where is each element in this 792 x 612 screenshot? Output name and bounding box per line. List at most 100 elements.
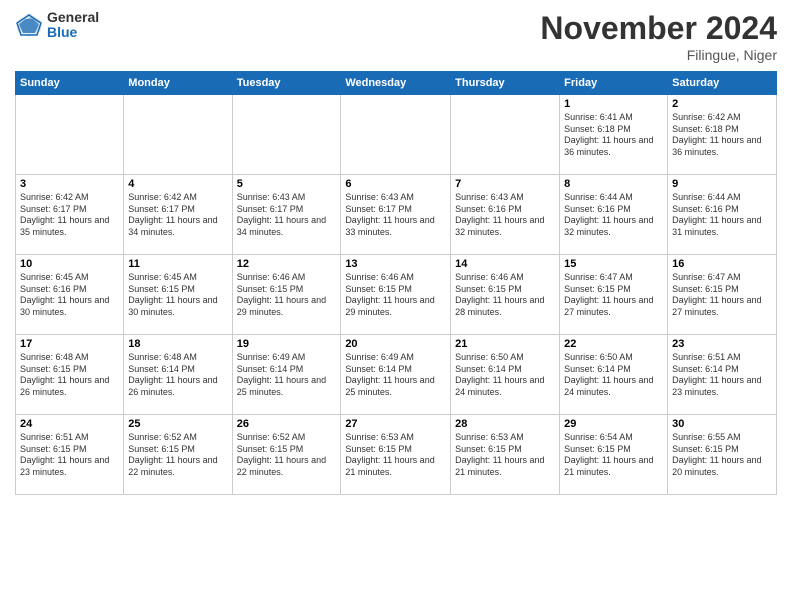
day-info: Sunrise: 6:49 AM Sunset: 6:14 PM Dayligh… <box>237 352 337 399</box>
calendar-week-1: 1 Sunrise: 6:41 AM Sunset: 6:18 PM Daylig… <box>16 95 777 175</box>
day-info: Sunrise: 6:42 AM Sunset: 6:17 PM Dayligh… <box>20 192 119 239</box>
calendar-cell: 19 Sunrise: 6:49 AM Sunset: 6:14 PM Dayli… <box>232 335 341 415</box>
day-info: Sunrise: 6:53 AM Sunset: 6:15 PM Dayligh… <box>455 432 555 479</box>
col-wednesday: Wednesday <box>341 72 451 95</box>
day-number: 16 <box>672 258 772 270</box>
calendar-cell: 14 Sunrise: 6:46 AM Sunset: 6:15 PM Dayli… <box>451 255 560 335</box>
day-number: 14 <box>455 258 555 270</box>
calendar-cell: 10 Sunrise: 6:45 AM Sunset: 6:16 PM Dayli… <box>16 255 124 335</box>
day-info: Sunrise: 6:43 AM Sunset: 6:17 PM Dayligh… <box>345 192 446 239</box>
calendar-cell: 2 Sunrise: 6:42 AM Sunset: 6:18 PM Daylig… <box>668 95 777 175</box>
calendar-cell: 24Sunrise: 6:51 AM Sunset: 6:15 PM Dayli… <box>16 415 124 495</box>
day-info: Sunrise: 6:42 AM Sunset: 6:17 PM Dayligh… <box>128 192 227 239</box>
day-number: 29 <box>564 418 663 430</box>
day-number: 4 <box>128 178 227 190</box>
col-friday: Friday <box>560 72 668 95</box>
day-info: Sunrise: 6:48 AM Sunset: 6:14 PM Dayligh… <box>128 352 227 399</box>
day-number: 17 <box>20 338 119 350</box>
day-number: 24 <box>20 418 119 430</box>
calendar-cell: 30 Sunrise: 6:55 AM Sunset: 6:15 PM Dayli… <box>668 415 777 495</box>
day-number: 23 <box>672 338 772 350</box>
day-number: 19 <box>237 338 337 350</box>
day-info: Sunrise: 6:54 AM Sunset: 6:15 PM Dayligh… <box>564 432 663 479</box>
day-number: 27 <box>345 418 446 430</box>
day-info: Sunrise: 6:49 AM Sunset: 6:14 PM Dayligh… <box>345 352 446 399</box>
calendar-cell: 8Sunrise: 6:44 AM Sunset: 6:16 PM Daylig… <box>560 175 668 255</box>
day-info: Sunrise: 6:47 AM Sunset: 6:15 PM Dayligh… <box>672 272 772 319</box>
logo-blue-text: Blue <box>47 25 99 40</box>
location: Filingue, Niger <box>540 47 777 63</box>
day-number: 12 <box>237 258 337 270</box>
page: General Blue November 2024 Filingue, Nig… <box>0 0 792 612</box>
calendar-cell: 6 Sunrise: 6:43 AM Sunset: 6:17 PM Daylig… <box>341 175 451 255</box>
calendar-week-5: 24Sunrise: 6:51 AM Sunset: 6:15 PM Dayli… <box>16 415 777 495</box>
col-monday: Monday <box>124 72 232 95</box>
calendar-cell: 23 Sunrise: 6:51 AM Sunset: 6:14 PM Dayli… <box>668 335 777 415</box>
day-number: 7 <box>455 178 555 190</box>
day-number: 18 <box>128 338 227 350</box>
calendar-cell: 21 Sunrise: 6:50 AM Sunset: 6:14 PM Dayli… <box>451 335 560 415</box>
day-number: 2 <box>672 98 772 110</box>
day-info: Sunrise: 6:55 AM Sunset: 6:15 PM Dayligh… <box>672 432 772 479</box>
calendar-cell: 26Sunrise: 6:52 AM Sunset: 6:15 PM Dayli… <box>232 415 341 495</box>
day-info: Sunrise: 6:46 AM Sunset: 6:15 PM Dayligh… <box>345 272 446 319</box>
day-number: 30 <box>672 418 772 430</box>
calendar-cell: 25 Sunrise: 6:52 AM Sunset: 6:15 PM Dayli… <box>124 415 232 495</box>
day-info: Sunrise: 6:45 AM Sunset: 6:16 PM Dayligh… <box>20 272 119 319</box>
calendar-cell <box>232 95 341 175</box>
calendar-cell: 3 Sunrise: 6:42 AM Sunset: 6:17 PM Daylig… <box>16 175 124 255</box>
day-number: 21 <box>455 338 555 350</box>
day-info: Sunrise: 6:44 AM Sunset: 6:16 PM Dayligh… <box>672 192 772 239</box>
title-block: November 2024 Filingue, Niger <box>540 10 777 63</box>
day-info: Sunrise: 6:42 AM Sunset: 6:18 PM Dayligh… <box>672 112 772 159</box>
calendar-cell: 7Sunrise: 6:43 AM Sunset: 6:16 PM Daylig… <box>451 175 560 255</box>
calendar-cell: 20 Sunrise: 6:49 AM Sunset: 6:14 PM Dayli… <box>341 335 451 415</box>
day-info: Sunrise: 6:43 AM Sunset: 6:17 PM Dayligh… <box>237 192 337 239</box>
day-number: 6 <box>345 178 446 190</box>
day-info: Sunrise: 6:41 AM Sunset: 6:18 PM Dayligh… <box>564 112 663 159</box>
day-number: 15 <box>564 258 663 270</box>
calendar-cell: 27 Sunrise: 6:53 AM Sunset: 6:15 PM Dayli… <box>341 415 451 495</box>
calendar-cell: 18 Sunrise: 6:48 AM Sunset: 6:14 PM Dayli… <box>124 335 232 415</box>
month-title: November 2024 <box>540 10 777 47</box>
calendar-cell <box>124 95 232 175</box>
day-number: 25 <box>128 418 227 430</box>
day-info: Sunrise: 6:51 AM Sunset: 6:14 PM Dayligh… <box>672 352 772 399</box>
day-info: Sunrise: 6:50 AM Sunset: 6:14 PM Dayligh… <box>455 352 555 399</box>
calendar-cell: 22 Sunrise: 6:50 AM Sunset: 6:14 PM Dayli… <box>560 335 668 415</box>
day-number: 8 <box>564 178 663 190</box>
calendar-week-3: 10 Sunrise: 6:45 AM Sunset: 6:16 PM Dayli… <box>16 255 777 335</box>
day-info: Sunrise: 6:50 AM Sunset: 6:14 PM Dayligh… <box>564 352 663 399</box>
day-number: 10 <box>20 258 119 270</box>
day-info: Sunrise: 6:52 AM Sunset: 6:15 PM Dayligh… <box>128 432 227 479</box>
calendar-cell: 16 Sunrise: 6:47 AM Sunset: 6:15 PM Dayli… <box>668 255 777 335</box>
calendar-header-row: Sunday Monday Tuesday Wednesday Thursday… <box>16 72 777 95</box>
day-number: 1 <box>564 98 663 110</box>
day-number: 20 <box>345 338 446 350</box>
day-info: Sunrise: 6:52 AM Sunset: 6:15 PM Dayligh… <box>237 432 337 479</box>
day-info: Sunrise: 6:53 AM Sunset: 6:15 PM Dayligh… <box>345 432 446 479</box>
calendar: Sunday Monday Tuesday Wednesday Thursday… <box>15 71 777 495</box>
col-saturday: Saturday <box>668 72 777 95</box>
calendar-cell: 12 Sunrise: 6:46 AM Sunset: 6:15 PM Dayli… <box>232 255 341 335</box>
day-number: 28 <box>455 418 555 430</box>
calendar-cell: 15Sunrise: 6:47 AM Sunset: 6:15 PM Dayli… <box>560 255 668 335</box>
day-info: Sunrise: 6:46 AM Sunset: 6:15 PM Dayligh… <box>455 272 555 319</box>
logo: General Blue <box>15 10 99 41</box>
calendar-cell: 4 Sunrise: 6:42 AM Sunset: 6:17 PM Daylig… <box>124 175 232 255</box>
day-info: Sunrise: 6:48 AM Sunset: 6:15 PM Dayligh… <box>20 352 119 399</box>
day-info: Sunrise: 6:46 AM Sunset: 6:15 PM Dayligh… <box>237 272 337 319</box>
day-number: 3 <box>20 178 119 190</box>
day-number: 22 <box>564 338 663 350</box>
day-number: 9 <box>672 178 772 190</box>
calendar-cell: 5 Sunrise: 6:43 AM Sunset: 6:17 PM Daylig… <box>232 175 341 255</box>
calendar-cell: 17 Sunrise: 6:48 AM Sunset: 6:15 PM Dayli… <box>16 335 124 415</box>
calendar-cell: 29 Sunrise: 6:54 AM Sunset: 6:15 PM Dayli… <box>560 415 668 495</box>
logo-icon <box>15 11 43 39</box>
calendar-cell <box>451 95 560 175</box>
calendar-cell <box>16 95 124 175</box>
day-info: Sunrise: 6:45 AM Sunset: 6:15 PM Dayligh… <box>128 272 227 319</box>
calendar-cell: 1 Sunrise: 6:41 AM Sunset: 6:18 PM Daylig… <box>560 95 668 175</box>
calendar-cell: 28 Sunrise: 6:53 AM Sunset: 6:15 PM Dayli… <box>451 415 560 495</box>
day-number: 5 <box>237 178 337 190</box>
